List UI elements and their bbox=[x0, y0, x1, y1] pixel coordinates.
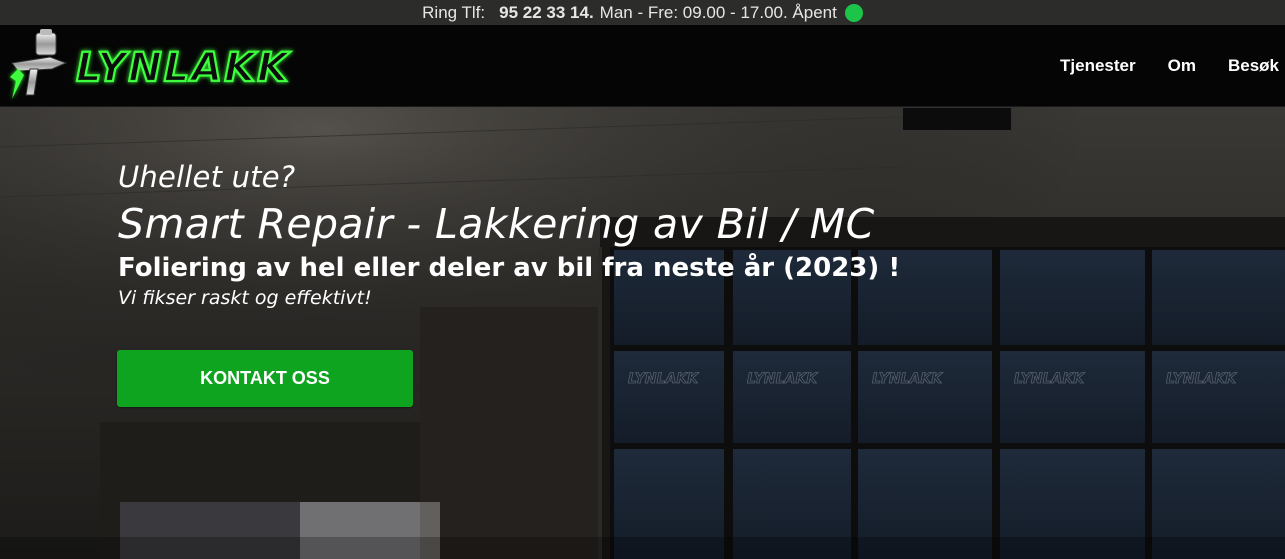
hero-headline: Smart Repair - Lakkering av Bil / MC bbox=[118, 200, 875, 248]
top-info-bar: Ring Tlf: 95 22 33 14. Man - Fre: 09.00 … bbox=[0, 0, 1285, 25]
opening-hours: Man - Fre: 09.00 - 17.00. Åpent bbox=[599, 2, 837, 22]
hero-tagline: Vi fikser raskt og effektivt! bbox=[118, 287, 372, 309]
window-logo-decal: LYNLAKK bbox=[1014, 371, 1085, 387]
site-header: LYNLAKK Tjenester Om Besøk bbox=[0, 25, 1285, 107]
open-status-dot bbox=[844, 3, 863, 22]
window-logo-decal: LYNLAKK bbox=[872, 371, 943, 387]
window-logo-decal: LYNLAKK bbox=[628, 371, 699, 387]
hero-kicker: Uhellet ute? bbox=[118, 160, 296, 194]
nav-item-om[interactable]: Om bbox=[1168, 56, 1196, 76]
nav-item-besok[interactable]: Besøk bbox=[1228, 56, 1279, 76]
door-glass-panel bbox=[1000, 351, 1145, 443]
door-glass-panel bbox=[1000, 250, 1145, 345]
hero-section: LYNLAKK LYNLAKK LYNLAKK LYNLAKK LYNLAKK Uhel… bbox=[0, 107, 1285, 559]
door-glass-panel bbox=[1152, 250, 1285, 345]
window-logo-decal: LYNLAKK bbox=[1166, 371, 1237, 387]
window-logo-decal: LYNLAKK bbox=[747, 371, 818, 387]
spray-gun-icon bbox=[10, 29, 68, 99]
door-glass-panel bbox=[1152, 351, 1285, 443]
phone-label: Ring Tlf: bbox=[422, 2, 486, 22]
logo-wordmark: LYNLAKK bbox=[76, 45, 291, 91]
door-glass-panel bbox=[858, 351, 992, 443]
hero-subheadline: Foliering av hel eller deler av bil fra … bbox=[118, 253, 901, 283]
door-glass-panel bbox=[733, 351, 851, 443]
phone-number[interactable]: 95 22 33 14. bbox=[499, 3, 594, 23]
hero-text-block: Uhellet ute? Smart Repair - Lakkering av… bbox=[118, 157, 900, 311]
nav-item-tjenester[interactable]: Tjenester bbox=[1060, 56, 1136, 76]
contact-button[interactable]: KONTAKT OSS bbox=[117, 350, 413, 407]
lynlakk-logo[interactable]: LYNLAKK bbox=[4, 29, 320, 105]
door-glass-panel bbox=[614, 351, 724, 443]
main-nav: Tjenester Om Besøk bbox=[1028, 25, 1279, 107]
